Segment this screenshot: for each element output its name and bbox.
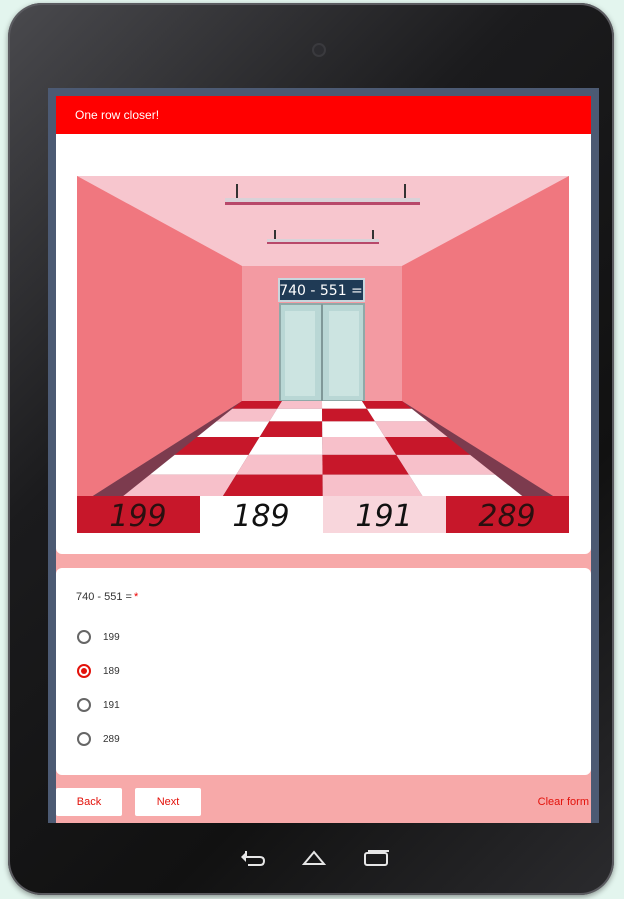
floor-tile bbox=[322, 408, 375, 422]
floor-tile bbox=[269, 408, 323, 422]
floor-tile bbox=[277, 401, 323, 409]
floor-tile bbox=[322, 474, 423, 496]
required-asterisk: * bbox=[133, 591, 139, 603]
floor-tile bbox=[322, 421, 385, 437]
back-button[interactable]: Back bbox=[56, 788, 122, 816]
floor-tile bbox=[322, 436, 397, 455]
option-199[interactable]: 199 bbox=[77, 630, 120, 644]
option-label: 199 bbox=[103, 631, 120, 643]
option-label: 191 bbox=[103, 699, 120, 711]
floor-tile bbox=[259, 421, 323, 437]
question-title: 740 - 551 = * bbox=[76, 591, 138, 603]
device-screen: One row closer! 740 - 551 = 199 189 191 … bbox=[48, 88, 599, 823]
radio-button[interactable] bbox=[77, 630, 91, 644]
floor-number-1: 199 bbox=[109, 499, 166, 533]
home-icon[interactable] bbox=[301, 850, 327, 865]
option-189[interactable]: 189 bbox=[77, 664, 120, 678]
question-card: 740 - 551 = * 199 189 191 289 bbox=[56, 568, 591, 775]
radio-button[interactable] bbox=[77, 732, 91, 746]
clear-form-link[interactable]: Clear form bbox=[538, 796, 589, 808]
recents-icon[interactable] bbox=[364, 850, 389, 866]
floor-number-3: 191 bbox=[355, 499, 412, 533]
option-289[interactable]: 289 bbox=[77, 732, 120, 746]
floor-number-2: 189 bbox=[232, 499, 289, 533]
option-label: 289 bbox=[103, 733, 120, 745]
floor-number-4: 289 bbox=[478, 499, 535, 533]
radio-button-checked[interactable] bbox=[77, 664, 91, 678]
tablet-frame: One row closer! 740 - 551 = 199 189 191 … bbox=[8, 3, 614, 895]
back-button-label: Back bbox=[76, 796, 102, 808]
elevator-sign-text: 740 - 551 = bbox=[279, 283, 363, 299]
floor-tile bbox=[248, 436, 323, 455]
option-191[interactable]: 191 bbox=[77, 698, 120, 712]
elevator-hallway-image: 740 - 551 = 199 189 191 289 bbox=[77, 176, 569, 533]
banner-title: One row closer! bbox=[75, 108, 160, 122]
back-icon[interactable] bbox=[241, 851, 266, 866]
next-button-label: Next bbox=[156, 796, 180, 808]
floor-tile bbox=[222, 474, 323, 496]
front-camera bbox=[314, 45, 324, 55]
android-nav-bar bbox=[241, 850, 389, 866]
floor-tile bbox=[236, 454, 323, 475]
next-button[interactable]: Next bbox=[135, 788, 201, 816]
form-banner: One row closer! bbox=[56, 96, 591, 134]
radio-button[interactable] bbox=[77, 698, 91, 712]
option-label: 189 bbox=[103, 665, 120, 677]
floor-tile bbox=[322, 401, 367, 409]
question-prompt: 740 - 551 = bbox=[76, 591, 132, 603]
image-card: 740 - 551 = 199 189 191 289 bbox=[56, 134, 591, 554]
floor-tile bbox=[322, 454, 409, 475]
